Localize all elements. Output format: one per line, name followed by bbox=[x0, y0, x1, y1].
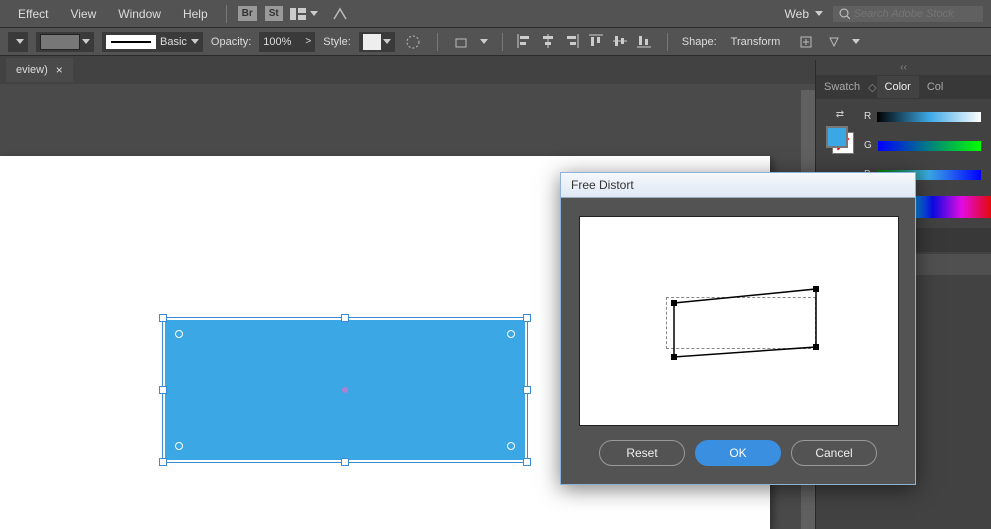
color-panel-tabs: Swatch ◇ Color Col bbox=[816, 75, 991, 99]
distort-shape bbox=[674, 289, 816, 357]
stroke-swatch[interactable] bbox=[36, 32, 94, 52]
control-bar: Basic Opacity: 100% > Style: Shape: Tran… bbox=[0, 28, 991, 56]
align-hcenter-icon[interactable] bbox=[541, 34, 557, 50]
distort-preview[interactable] bbox=[579, 216, 899, 426]
distort-handle bbox=[671, 354, 677, 360]
menubar: Effect View Window Help Br St Web bbox=[0, 0, 991, 28]
stroke-style-label: Basic bbox=[160, 36, 187, 48]
fill-dropdown[interactable] bbox=[8, 32, 28, 52]
workspace-label: Web bbox=[785, 7, 809, 21]
opacity-label: Opacity: bbox=[211, 36, 251, 48]
tab-color[interactable]: Color bbox=[877, 76, 919, 98]
ok-button[interactable]: OK bbox=[695, 440, 781, 466]
anchor-point[interactable] bbox=[175, 330, 183, 338]
selected-rectangle[interactable] bbox=[165, 320, 525, 460]
transform-button[interactable]: Transform bbox=[731, 36, 781, 48]
anchor-point[interactable] bbox=[507, 442, 515, 450]
tab-color-guide[interactable]: Col bbox=[919, 76, 952, 98]
chevron-down-icon bbox=[815, 11, 823, 16]
separator bbox=[502, 33, 503, 51]
align-left-icon[interactable] bbox=[517, 34, 533, 50]
anchor-point[interactable] bbox=[175, 442, 183, 450]
menu-effect[interactable]: Effect bbox=[8, 3, 58, 25]
separator bbox=[226, 5, 227, 23]
fill-swatch[interactable] bbox=[826, 126, 848, 148]
opacity-input[interactable]: 100% > bbox=[259, 32, 315, 52]
chevron-down-icon[interactable] bbox=[852, 39, 860, 44]
stock-badge[interactable]: St bbox=[265, 6, 283, 21]
document-tab[interactable]: eview) × bbox=[6, 58, 73, 82]
style-dropdown[interactable] bbox=[359, 32, 395, 52]
align-vcenter-icon[interactable] bbox=[613, 34, 629, 50]
shape-label: Shape: bbox=[682, 36, 717, 48]
g-slider[interactable] bbox=[878, 141, 981, 151]
collapse-arrows-icon[interactable]: ‹‹ bbox=[816, 60, 991, 75]
distort-handle bbox=[813, 344, 819, 350]
workspace-switcher[interactable]: Web bbox=[777, 4, 831, 24]
dialog-titlebar[interactable]: Free Distort bbox=[561, 173, 915, 198]
align-right-icon[interactable] bbox=[565, 34, 581, 50]
align-bottom-icon[interactable] bbox=[637, 34, 653, 50]
separator bbox=[667, 33, 668, 51]
gpu-icon[interactable] bbox=[330, 4, 350, 24]
free-distort-dialog: Free Distort Reset OK Cancel bbox=[560, 172, 916, 485]
r-label: R bbox=[864, 111, 871, 122]
close-tab-icon[interactable]: × bbox=[56, 63, 63, 77]
chevron-down-icon[interactable] bbox=[480, 39, 488, 44]
tab-swatches[interactable]: Swatch bbox=[816, 76, 868, 98]
fill-stroke-swatch[interactable] bbox=[826, 126, 854, 154]
align-top-icon[interactable] bbox=[589, 34, 605, 50]
isolate-icon[interactable] bbox=[796, 32, 816, 52]
opacity-value: 100% bbox=[263, 36, 291, 48]
arrange-docs-icon[interactable] bbox=[288, 4, 308, 24]
g-label: G bbox=[864, 140, 872, 151]
separator bbox=[437, 33, 438, 51]
menu-view[interactable]: View bbox=[60, 3, 106, 25]
cancel-button[interactable]: Cancel bbox=[791, 440, 877, 466]
r-slider[interactable] bbox=[877, 112, 981, 122]
document-tab-label: eview) bbox=[16, 64, 48, 76]
select-similar-icon[interactable] bbox=[824, 32, 844, 52]
dialog-title: Free Distort bbox=[571, 178, 634, 192]
bridge-badge[interactable]: Br bbox=[238, 6, 257, 21]
menu-window[interactable]: Window bbox=[108, 3, 171, 25]
stroke-preview bbox=[106, 35, 156, 49]
recolor-icon[interactable] bbox=[403, 32, 423, 52]
stock-search[interactable] bbox=[833, 6, 983, 22]
stock-search-input[interactable] bbox=[854, 8, 977, 20]
transform-icon[interactable] bbox=[452, 32, 472, 52]
distort-handle bbox=[813, 286, 819, 292]
swap-fill-stroke-icon[interactable]: ⇄ bbox=[836, 109, 844, 120]
stroke-profile[interactable]: Basic bbox=[102, 32, 203, 52]
distort-handle bbox=[671, 300, 677, 306]
style-label: Style: bbox=[323, 36, 351, 48]
menu-help[interactable]: Help bbox=[173, 3, 218, 25]
reset-button[interactable]: Reset bbox=[599, 440, 685, 466]
anchor-point[interactable] bbox=[507, 330, 515, 338]
arrange-caret-icon[interactable] bbox=[310, 11, 318, 16]
